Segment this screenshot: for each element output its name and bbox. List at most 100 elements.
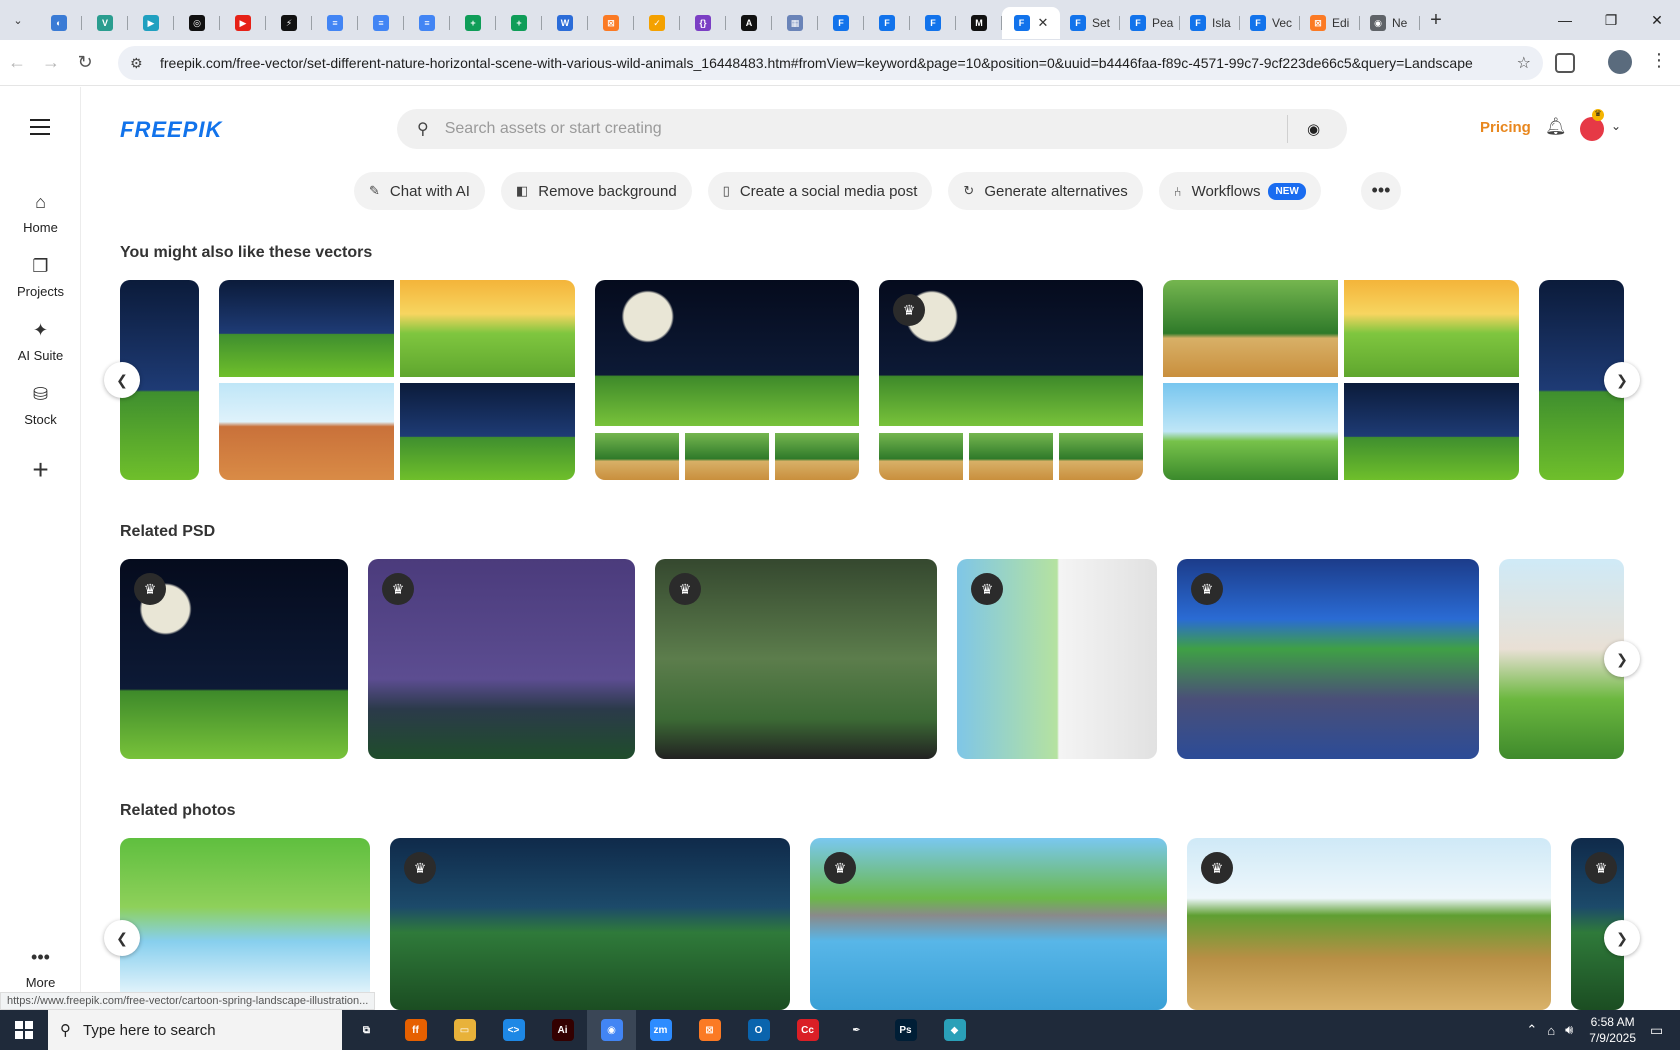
carousel-prev-button[interactable]: ❮ <box>104 362 140 398</box>
psd-thumbnail[interactable]: ♛ <box>368 559 635 759</box>
taskbar-app[interactable]: <> <box>489 1010 538 1050</box>
sidebar-add-button[interactable]: + <box>0 454 81 485</box>
browser-tab[interactable]: ≡ <box>404 7 450 39</box>
vector-thumbnail[interactable] <box>595 280 859 480</box>
freepik-logo[interactable]: FREEPIK <box>120 117 222 143</box>
search-input[interactable] <box>444 120 1245 138</box>
tab-search-button[interactable]: ⌄ <box>0 0 36 40</box>
carousel-next-button[interactable]: ❯ <box>1604 641 1640 677</box>
close-tab-icon[interactable]: ✕ <box>1038 15 1049 31</box>
psd-thumbnail[interactable]: ♛ <box>120 559 348 759</box>
minimize-button[interactable]: — <box>1542 0 1588 40</box>
chat-with-ai-button[interactable]: ✎ Chat with AI <box>354 172 485 210</box>
browser-tab[interactable]: ⊠ <box>588 7 634 39</box>
restore-button[interactable]: ❐ <box>1588 0 1634 40</box>
hamburger-menu-icon[interactable] <box>30 119 50 140</box>
taskbar-app[interactable]: zm <box>636 1010 685 1050</box>
browser-tab[interactable]: ⚡ <box>266 7 312 39</box>
browser-tab[interactable]: + <box>450 7 496 39</box>
browser-tab[interactable]: F Set <box>1060 7 1120 39</box>
pricing-link[interactable]: Pricing <box>1480 119 1531 136</box>
clock[interactable]: 6:58 AM 7/9/2025 <box>1589 1014 1636 1046</box>
search-bar[interactable]: ⚲ ◉ <box>397 109 1347 149</box>
url-text[interactable]: freepik.com/free-vector/set-different-na… <box>160 55 1500 71</box>
camera-icon[interactable]: ◉ <box>1307 120 1320 138</box>
sidebar-item-home[interactable]: ⌂ Home <box>0 192 81 235</box>
browser-tab[interactable]: F <box>818 7 864 39</box>
browser-tab[interactable]: F <box>910 7 956 39</box>
browser-tab[interactable]: F Vec <box>1240 7 1300 39</box>
taskbar-app[interactable]: ◆ <box>930 1010 979 1050</box>
psd-thumbnail[interactable]: ♛ <box>1177 559 1479 759</box>
taskbar-app[interactable]: ✒ <box>832 1010 881 1050</box>
browser-tab[interactable]: ▶ <box>220 7 266 39</box>
photo-thumbnail[interactable]: ♛ <box>390 838 790 1010</box>
browser-tab[interactable]: A <box>726 7 772 39</box>
taskbar-app[interactable]: ▭ <box>440 1010 489 1050</box>
browser-tab[interactable]: ◐ <box>36 7 82 39</box>
workflows-button[interactable]: ⑃ Workflows NEW <box>1158 172 1321 210</box>
notifications-icon[interactable]: ▭ <box>1650 1022 1680 1039</box>
browser-tab[interactable]: F <box>864 7 910 39</box>
browser-tab[interactable]: ◎ <box>174 7 220 39</box>
taskbar-search[interactable]: ⚲ Type here to search <box>48 1010 342 1050</box>
tray-chevron-icon[interactable]: ⌃ <box>1526 1022 1537 1038</box>
forward-button[interactable]: → <box>34 52 68 73</box>
remove-background-button[interactable]: ◧ Remove background <box>500 172 692 210</box>
reload-button[interactable]: ↻ <box>68 52 102 73</box>
taskbar-app[interactable]: ff <box>391 1010 440 1050</box>
tab-active[interactable]: F ✕ <box>1002 7 1060 39</box>
new-tab-button[interactable]: + <box>1420 9 1452 32</box>
more-tools-button[interactable]: ••• <box>1361 172 1401 210</box>
photo-thumbnail[interactable] <box>120 838 370 1010</box>
chevron-down-icon[interactable]: ⌄ <box>1611 119 1621 133</box>
browser-tab[interactable]: F Pea <box>1120 7 1180 39</box>
browser-tab[interactable]: ≡ <box>358 7 404 39</box>
bookmark-star-icon[interactable]: ☆ <box>1517 53 1531 73</box>
vector-thumbnail[interactable]: ♛ <box>879 280 1143 480</box>
browser-tab[interactable]: F Isla <box>1180 7 1240 39</box>
profile-avatar[interactable] <box>1608 50 1632 74</box>
browser-tab[interactable]: ◉ Ne <box>1360 7 1420 39</box>
taskbar-app[interactable]: ◉ <box>587 1010 636 1050</box>
photo-thumbnail[interactable]: ♛ <box>810 838 1167 1010</box>
browser-tab[interactable]: ▦ <box>772 7 818 39</box>
browser-tab[interactable]: ▶ <box>128 7 174 39</box>
psd-thumbnail[interactable]: ♛ <box>655 559 937 759</box>
extensions-icon[interactable] <box>1555 53 1575 73</box>
carousel-prev-button[interactable]: ❮ <box>104 920 140 956</box>
browser-tab[interactable]: M <box>956 7 1002 39</box>
taskbar-app[interactable]: O <box>734 1010 783 1050</box>
photo-thumbnail[interactable]: ♛ <box>1187 838 1551 1010</box>
vector-thumbnail[interactable] <box>1163 280 1519 480</box>
network-icon[interactable]: ⌂ <box>1547 1023 1555 1038</box>
sidebar-item-more[interactable]: ••• More <box>0 947 81 990</box>
browser-menu-icon[interactable]: ⋮ <box>1650 50 1668 71</box>
vector-thumbnail[interactable] <box>219 280 575 480</box>
carousel-next-button[interactable]: ❯ <box>1604 362 1640 398</box>
browser-tab[interactable]: ✓ <box>634 7 680 39</box>
browser-tab[interactable]: + <box>496 7 542 39</box>
back-button[interactable]: ← <box>0 52 34 73</box>
bell-icon[interactable]: 🔔︎ <box>1545 117 1567 137</box>
taskbar-app[interactable]: ⧉ <box>342 1010 391 1050</box>
generate-alternatives-button[interactable]: ↻ Generate alternatives <box>948 172 1143 210</box>
browser-tab[interactable]: W <box>542 7 588 39</box>
browser-tab[interactable]: ⊠ Edi <box>1300 7 1360 39</box>
site-info-icon[interactable]: ⚙ <box>130 55 154 72</box>
psd-thumbnail[interactable]: ♛ <box>957 559 1157 759</box>
volume-icon[interactable]: 🔊︎ <box>1565 1022 1573 1038</box>
taskbar-app[interactable]: ⊠ <box>685 1010 734 1050</box>
browser-tab[interactable]: ≡ <box>312 7 358 39</box>
social-media-post-button[interactable]: ▯ Create a social media post <box>707 172 933 210</box>
browser-tab[interactable]: {} <box>680 7 726 39</box>
taskbar-app[interactable]: Cc <box>783 1010 832 1050</box>
sidebar-item-stock[interactable]: ⛁ Stock <box>0 384 81 427</box>
address-bar[interactable]: ⚙ freepik.com/free-vector/set-different-… <box>118 46 1543 80</box>
browser-tab[interactable]: V <box>82 7 128 39</box>
close-window-button[interactable]: ✕ <box>1634 0 1680 40</box>
start-button[interactable] <box>0 1010 48 1050</box>
sidebar-item-ai-suite[interactable]: ✦ AI Suite <box>0 320 81 363</box>
sidebar-item-projects[interactable]: ❐ Projects <box>0 256 81 299</box>
user-avatar[interactable] <box>1580 117 1604 141</box>
